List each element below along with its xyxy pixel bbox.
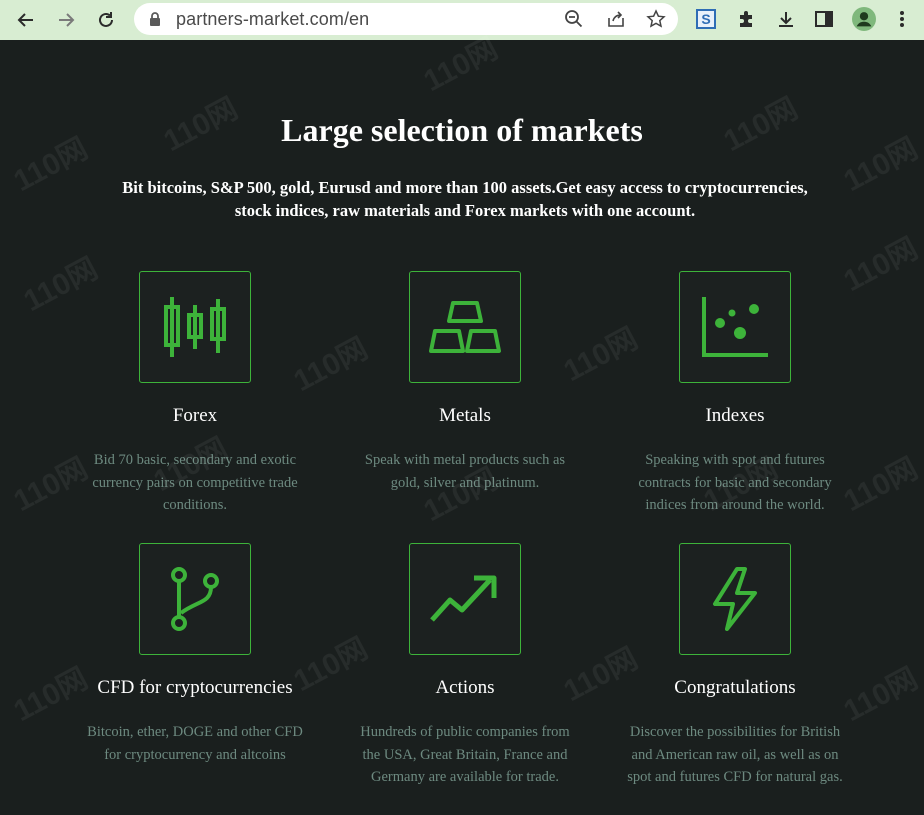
- page-title: Large selection of markets: [281, 112, 643, 148]
- watermark: 110网: [838, 232, 924, 299]
- market-icon-box: [139, 271, 251, 383]
- candlestick-icon: [164, 297, 226, 357]
- market-name: Forex: [172, 405, 218, 426]
- extension-s-icon[interactable]: S: [694, 7, 718, 31]
- forward-arrow-icon[interactable]: [52, 6, 80, 34]
- market-description: Bitcoin, ether, DOGE and other CFD for cr…: [87, 724, 303, 763]
- lock-icon[interactable]: [148, 11, 162, 32]
- watermark: 110网: [18, 252, 104, 319]
- branch-icon: [171, 567, 219, 631]
- market-icon-box: [409, 543, 521, 655]
- market-icon-box: [139, 543, 251, 655]
- page-content: Large selection of markets Bit bitcoins,…: [0, 32, 924, 815]
- market-description: Hundreds of public companies from the USA…: [360, 724, 570, 785]
- market-description: Speak with metal products such as gold, s…: [364, 452, 566, 491]
- market-description: Discover the possibilities for British an…: [627, 724, 843, 785]
- market-name: CFD for cryptocurrencies: [97, 677, 293, 698]
- address-bar[interactable]: partners-market.com/en: [134, 3, 678, 35]
- puzzle-icon[interactable]: [734, 7, 758, 31]
- svg-text:S: S: [701, 11, 710, 27]
- watermark: 110网: [558, 322, 644, 389]
- market-description: Speaking with spot and futures contracts …: [638, 452, 832, 513]
- browser-toolbar: partners-market.com/en S: [0, 0, 924, 40]
- menu-dots-icon[interactable]: [890, 7, 914, 31]
- section-subtitle: Bit bitcoins, S&P 500, gold, Eurusd and …: [122, 178, 808, 220]
- market-name: Congratulations: [674, 677, 796, 698]
- watermark: 110网: [288, 332, 374, 399]
- market-icon-box: [409, 271, 521, 383]
- download-icon[interactable]: [774, 7, 798, 31]
- back-arrow-icon[interactable]: [12, 6, 40, 34]
- market-icon-box: [679, 271, 791, 383]
- market-icon-box: [679, 543, 791, 655]
- market-name: Metals: [439, 405, 491, 426]
- market-description: Bid 70 basic, secondary and exotic curren…: [92, 452, 298, 513]
- scatter-plot-icon: [702, 297, 768, 357]
- market-name: Actions: [435, 677, 495, 698]
- market-name: Indexes: [705, 405, 765, 426]
- profile-icon[interactable]: [852, 7, 876, 31]
- gold-bars-icon: [429, 301, 501, 353]
- star-icon[interactable]: [646, 9, 666, 29]
- sidepanel-icon[interactable]: [812, 7, 836, 31]
- reload-icon[interactable]: [92, 6, 120, 34]
- trend-up-icon: [430, 575, 497, 622]
- url-text[interactable]: partners-market.com/en: [176, 9, 369, 30]
- lightning-icon: [713, 567, 757, 631]
- zoom-icon[interactable]: [564, 9, 584, 29]
- share-icon[interactable]: [606, 9, 626, 29]
